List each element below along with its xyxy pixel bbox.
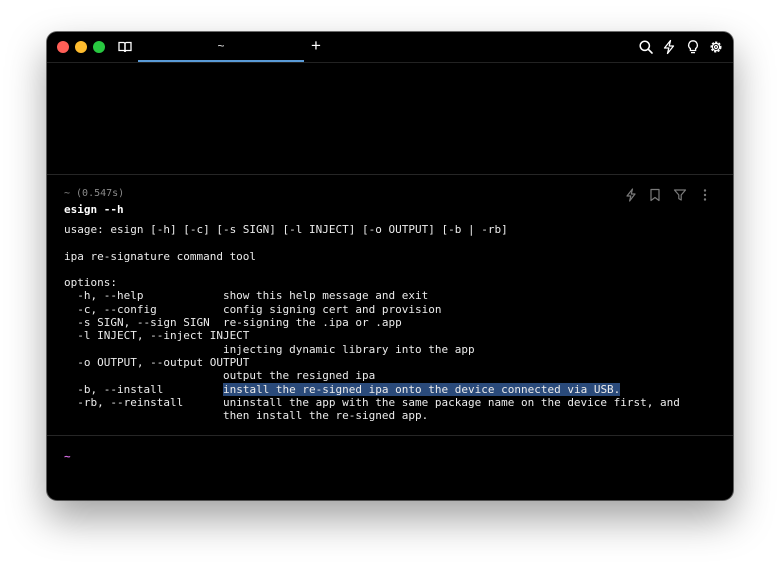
- output-line-highlighted: -b, --install install the re-signed ipa …: [64, 382, 724, 396]
- bolt-icon[interactable]: [660, 38, 678, 56]
- gear-icon[interactable]: [707, 38, 725, 56]
- output-line: -h, --help show this help message and ex…: [64, 289, 429, 303]
- tab-home[interactable]: ~: [138, 32, 304, 62]
- command-output: usage: esign [-h] [-c] [-s SIGN] [-l INJ…: [64, 223, 724, 422]
- tab-title: ~: [217, 39, 225, 53]
- new-tab-button[interactable]: +: [311, 36, 321, 56]
- output-line: output the resigned ipa: [64, 369, 376, 383]
- output-line: -s SIGN, --sign SIGN re-signing the .ipa…: [64, 316, 402, 330]
- output-line: ipa re-signature command tool: [64, 249, 257, 263]
- block-command: esign --h: [64, 203, 124, 216]
- output-line: -rb, --reinstall uninstall the app with …: [64, 395, 680, 409]
- titlebar: ~ +: [47, 32, 733, 63]
- text-selection[interactable]: install the re-signed ipa onto the devic…: [222, 382, 621, 396]
- active-tab-indicator: [138, 60, 304, 62]
- option-flag: -b, --install: [64, 382, 223, 396]
- terminal-window: ~ + ~ (0.547s) esign --h usage: esign [-…: [47, 32, 733, 500]
- maximize-window-button[interactable]: [93, 41, 105, 53]
- book-icon[interactable]: [116, 38, 134, 56]
- lightbulb-icon[interactable]: [684, 38, 702, 56]
- search-icon[interactable]: [637, 38, 655, 56]
- command-block[interactable]: ~ (0.547s) esign --h usage: esign [-h] […: [64, 187, 724, 422]
- output-line: usage: esign [-h] [-c] [-s SIGN] [-l INJ…: [64, 223, 508, 236]
- output-line: then install the re-signed app.: [64, 409, 429, 423]
- block-meta: ~ (0.547s): [64, 188, 125, 199]
- output-line: -o OUTPUT, --output OUTPUT: [64, 355, 250, 369]
- minimize-window-button[interactable]: [75, 41, 87, 53]
- close-window-button[interactable]: [57, 41, 69, 53]
- block-divider: [47, 435, 733, 436]
- input-prompt[interactable]: ~: [64, 450, 71, 463]
- output-line: -c, --config config signing cert and pro…: [64, 302, 442, 316]
- output-line: options:: [64, 276, 117, 290]
- output-line: injecting dynamic library into the app: [64, 342, 475, 356]
- block-divider: [47, 174, 733, 175]
- output-line: -l INJECT, --inject INJECT: [64, 329, 250, 343]
